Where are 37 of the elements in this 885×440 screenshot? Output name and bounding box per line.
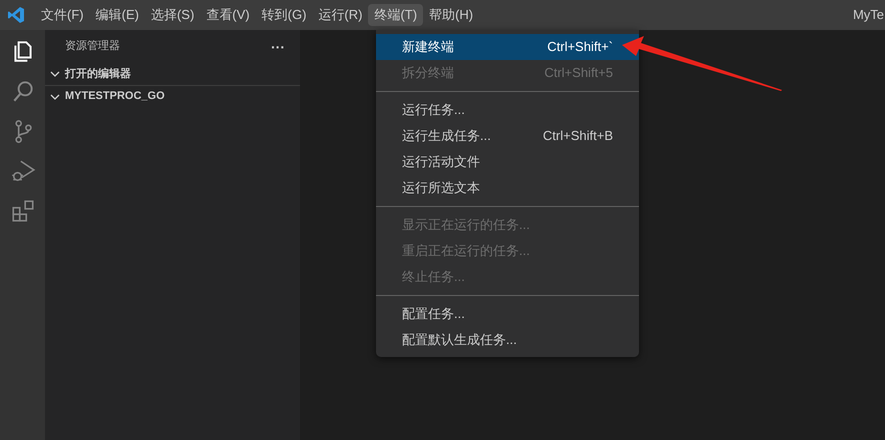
shortcut-label: Ctrl+Shift+` [547,38,613,56]
menu-item-label: 运行活动文件 [402,153,480,172]
menu-item-label: 显示正在运行的任务... [402,216,530,234]
app-logo-icon [7,6,25,24]
shortcut-label: Ctrl+Shift+B [542,127,613,146]
menu-item-label: 配置任务... [402,305,465,324]
menu-bar-item[interactable]: 选择(S) [144,4,200,26]
menu-item[interactable]: 新建终端 Ctrl+Shift+` [376,34,639,60]
sidebar-title: 资源管理器 [65,39,120,54]
menu-bar-item[interactable]: 运行(R) [312,4,368,26]
shortcut-label: Ctrl+Shift+5 [544,64,613,82]
menu-item[interactable]: 运行所选文本 [376,175,639,201]
menu-bar-item[interactable]: 编辑(E) [90,4,145,26]
menu-bar-item[interactable]: 查看(V) [200,4,256,26]
menu-item-label: 重启正在运行的任务... [402,242,530,260]
menu-bar-item[interactable]: 终端(T) [368,4,424,26]
menu-item[interactable]: 运行活动文件 [376,149,639,175]
menu-item-label: 配置默认生成任务... [402,331,517,350]
menu-item[interactable]: 运行生成任务... Ctrl+Shift+B [376,123,639,149]
menu-bar-item[interactable]: 帮助(H) [423,4,480,26]
menu-item-label: 终止任务... [402,268,465,286]
menu-item[interactable]: 配置任务... [376,301,639,327]
menu-item-label: 运行所选文本 [402,179,480,198]
menu-item-label: 拆分终端 [402,64,454,82]
section-header[interactable]: 打开的编辑器 [65,66,131,82]
more-actions-button[interactable]: ··· [271,40,285,54]
menu-item-label: 运行任务... [402,101,465,120]
run-debug-icon[interactable] [10,158,36,184]
menu-bar-item[interactable]: 文件(F) [35,4,90,26]
menu-item-label: 新建终端 [402,38,454,56]
menu-item-label: 运行生成任务... [402,127,491,146]
window-title: MyTe [852,6,884,24]
menu-item[interactable]: 配置默认生成任务... [376,327,639,353]
menu-item[interactable]: 运行任务... [376,97,639,123]
extensions-icon[interactable] [10,198,36,224]
section-header[interactable]: MYTESTPROC_GO [65,88,165,105]
menu-bar-item[interactable]: 转到(G) [256,4,312,26]
